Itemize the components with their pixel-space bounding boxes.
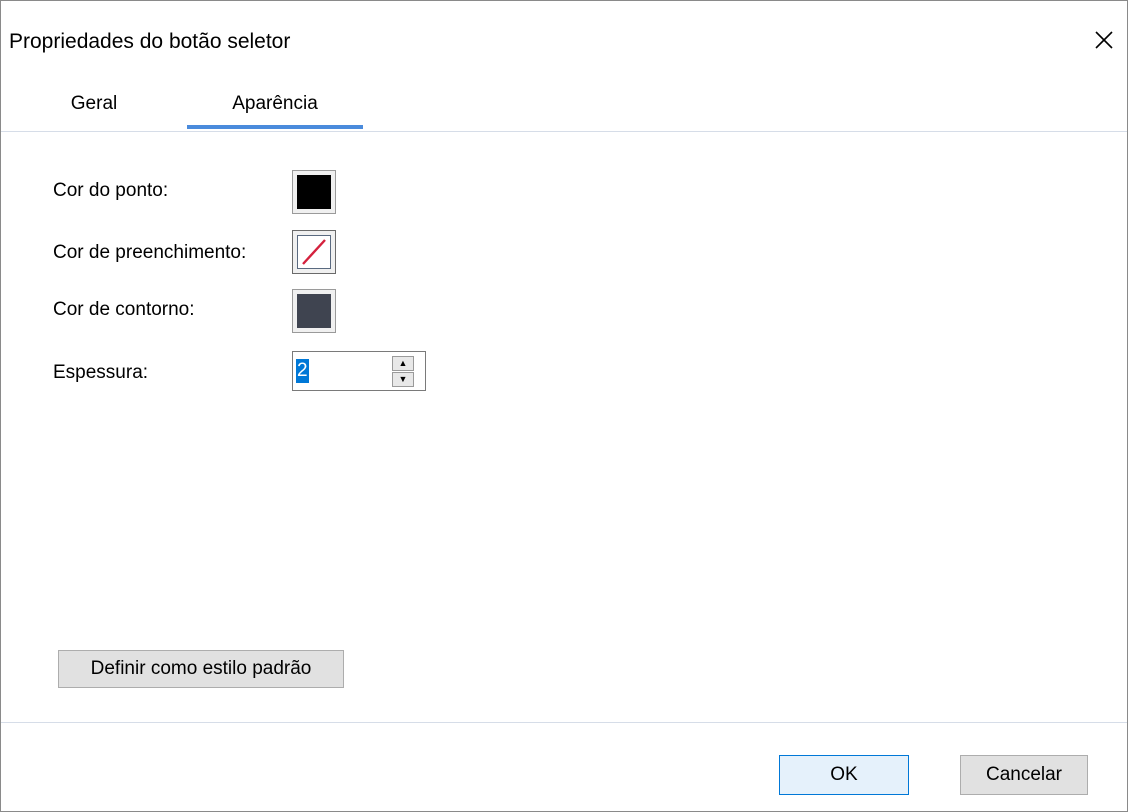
stepper-down-button[interactable]: ▼	[392, 372, 414, 387]
fill-color-swatch[interactable]	[292, 230, 336, 274]
title-bar: Propriedades do botão seletor	[1, 1, 1127, 77]
stepper-up-button[interactable]: ▲	[392, 356, 414, 371]
cancel-button[interactable]: Cancelar	[960, 755, 1088, 795]
dot-color-label: Cor do ponto:	[53, 180, 169, 201]
no-color-icon	[297, 235, 331, 269]
footer-separator	[1, 722, 1127, 723]
thickness-stepper[interactable]: 2 ▲ ▼	[292, 351, 426, 391]
thickness-label: Espessura:	[53, 362, 149, 383]
set-default-style-button[interactable]: Definir como estilo padrão	[58, 650, 344, 688]
properties-dialog: Propriedades do botão seletor Geral Apar…	[0, 0, 1128, 812]
tab-aparencia[interactable]: Aparência	[187, 77, 363, 131]
close-button[interactable]	[1087, 23, 1121, 57]
close-icon	[1095, 31, 1113, 49]
fill-color-label: Cor de preenchimento:	[53, 242, 247, 263]
thickness-input[interactable]: 2	[296, 359, 309, 383]
border-color-swatch[interactable]	[292, 289, 336, 333]
arrow-up-icon: ▲	[398, 358, 408, 368]
dialog-title: Propriedades do botão seletor	[9, 30, 291, 53]
active-tab-indicator	[187, 125, 363, 129]
dot-color-preview	[297, 175, 331, 209]
dot-color-swatch[interactable]	[292, 170, 336, 214]
arrow-down-icon: ▼	[398, 374, 408, 384]
border-color-preview	[297, 294, 331, 328]
ok-button[interactable]: OK	[779, 755, 909, 795]
tab-geral[interactable]: Geral	[39, 77, 149, 131]
tab-bar: Geral Aparência	[1, 77, 1127, 132]
border-color-label: Cor de contorno:	[53, 299, 195, 320]
